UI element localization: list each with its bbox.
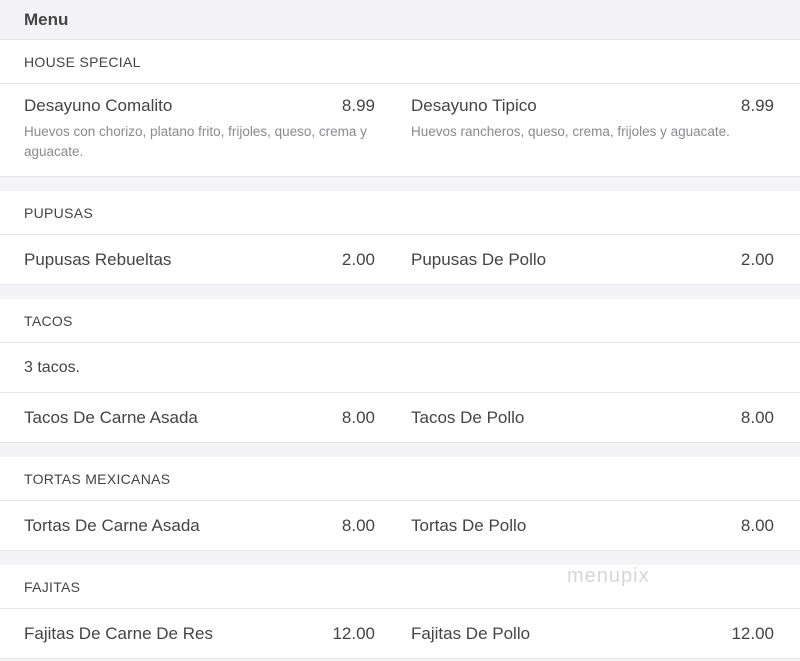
item-name: Desayuno Tipico — [411, 96, 537, 115]
menu-row: Desayuno Comalito 8.99 Huevos con choriz… — [0, 84, 800, 177]
item-price: 12.00 — [332, 623, 375, 643]
item-price: 2.00 — [740, 249, 774, 269]
section-pupusas: PUPUSAS Pupusas Rebueltas 2.00 Pupusas D… — [0, 191, 800, 285]
item-price: 8.00 — [740, 407, 774, 427]
item-price: 12.00 — [731, 623, 774, 643]
section-title: TACOS — [0, 299, 800, 343]
section-fajitas: FAJITAS Fajitas De Carne De Res 12.00 Fa… — [0, 565, 800, 659]
item-price: 8.99 — [341, 96, 375, 115]
menu-item[interactable]: Fajitas De Carne De Res 12.00 — [0, 624, 387, 644]
menu-item[interactable]: Tortas De Pollo 8.00 — [387, 516, 800, 536]
item-name: Pupusas De Pollo — [411, 249, 547, 269]
item-name: Fajitas De Carne De Res — [24, 623, 213, 643]
menu-item[interactable]: Pupusas Rebueltas 2.00 — [0, 250, 387, 270]
item-name: Tortas De Carne Asada — [24, 515, 200, 535]
section-title: HOUSE SPECIAL — [0, 40, 800, 84]
menu-item[interactable]: Fajitas De Pollo 12.00 — [387, 624, 800, 644]
page-title: Menu — [24, 9, 69, 29]
menu-item[interactable]: Tacos De Carne Asada 8.00 — [0, 408, 387, 428]
item-name: Desayuno Comalito — [24, 96, 173, 115]
menu-item[interactable]: Tortas De Carne Asada 8.00 — [0, 516, 387, 536]
item-name: Tacos De Pollo — [411, 407, 525, 427]
item-name: Fajitas De Pollo — [411, 623, 531, 643]
menu-row: Tortas De Carne Asada 8.00 Tortas De Pol… — [0, 501, 800, 551]
menu-item[interactable]: Pupusas De Pollo 2.00 — [387, 250, 800, 270]
item-price: 8.00 — [341, 407, 375, 427]
menu-row: Fajitas De Carne De Res 12.00 Fajitas De… — [0, 609, 800, 659]
item-price: 8.99 — [740, 96, 774, 115]
section-note: 3 tacos. — [0, 343, 800, 393]
section-tortas-mexicanas: TORTAS MEXICANAS Tortas De Carne Asada 8… — [0, 457, 800, 551]
section-title: FAJITAS — [0, 565, 800, 609]
menu-header: Menu — [0, 0, 800, 40]
menu-item[interactable]: Desayuno Tipico 8.99 Huevos rancheros, q… — [387, 96, 800, 142]
watermark-logo: menupix — [567, 565, 650, 587]
item-name: Tortas De Pollo — [411, 515, 527, 535]
item-price: 8.00 — [740, 515, 774, 535]
section-title: TORTAS MEXICANAS — [0, 457, 800, 501]
item-name: Tacos De Carne Asada — [24, 407, 198, 427]
menu-item[interactable]: Desayuno Comalito 8.99 Huevos con choriz… — [0, 96, 387, 162]
item-name: Pupusas Rebueltas — [24, 249, 172, 269]
menu-row: Tacos De Carne Asada 8.00 Tacos De Pollo… — [0, 393, 800, 443]
item-price: 8.00 — [341, 515, 375, 535]
section-house-special: HOUSE SPECIAL Desayuno Comalito 8.99 Hue… — [0, 40, 800, 177]
section-title: PUPUSAS — [0, 191, 800, 235]
item-description: Huevos con chorizo, platano frito, frijo… — [24, 124, 367, 159]
item-price: 2.00 — [341, 249, 375, 269]
section-tacos: TACOS 3 tacos. Tacos De Carne Asada 8.00… — [0, 299, 800, 443]
menu-row: Pupusas Rebueltas 2.00 Pupusas De Pollo … — [0, 235, 800, 285]
item-description: Huevos rancheros, queso, crema, frijoles… — [411, 124, 730, 139]
menu-item[interactable]: Tacos De Pollo 8.00 — [387, 408, 800, 428]
